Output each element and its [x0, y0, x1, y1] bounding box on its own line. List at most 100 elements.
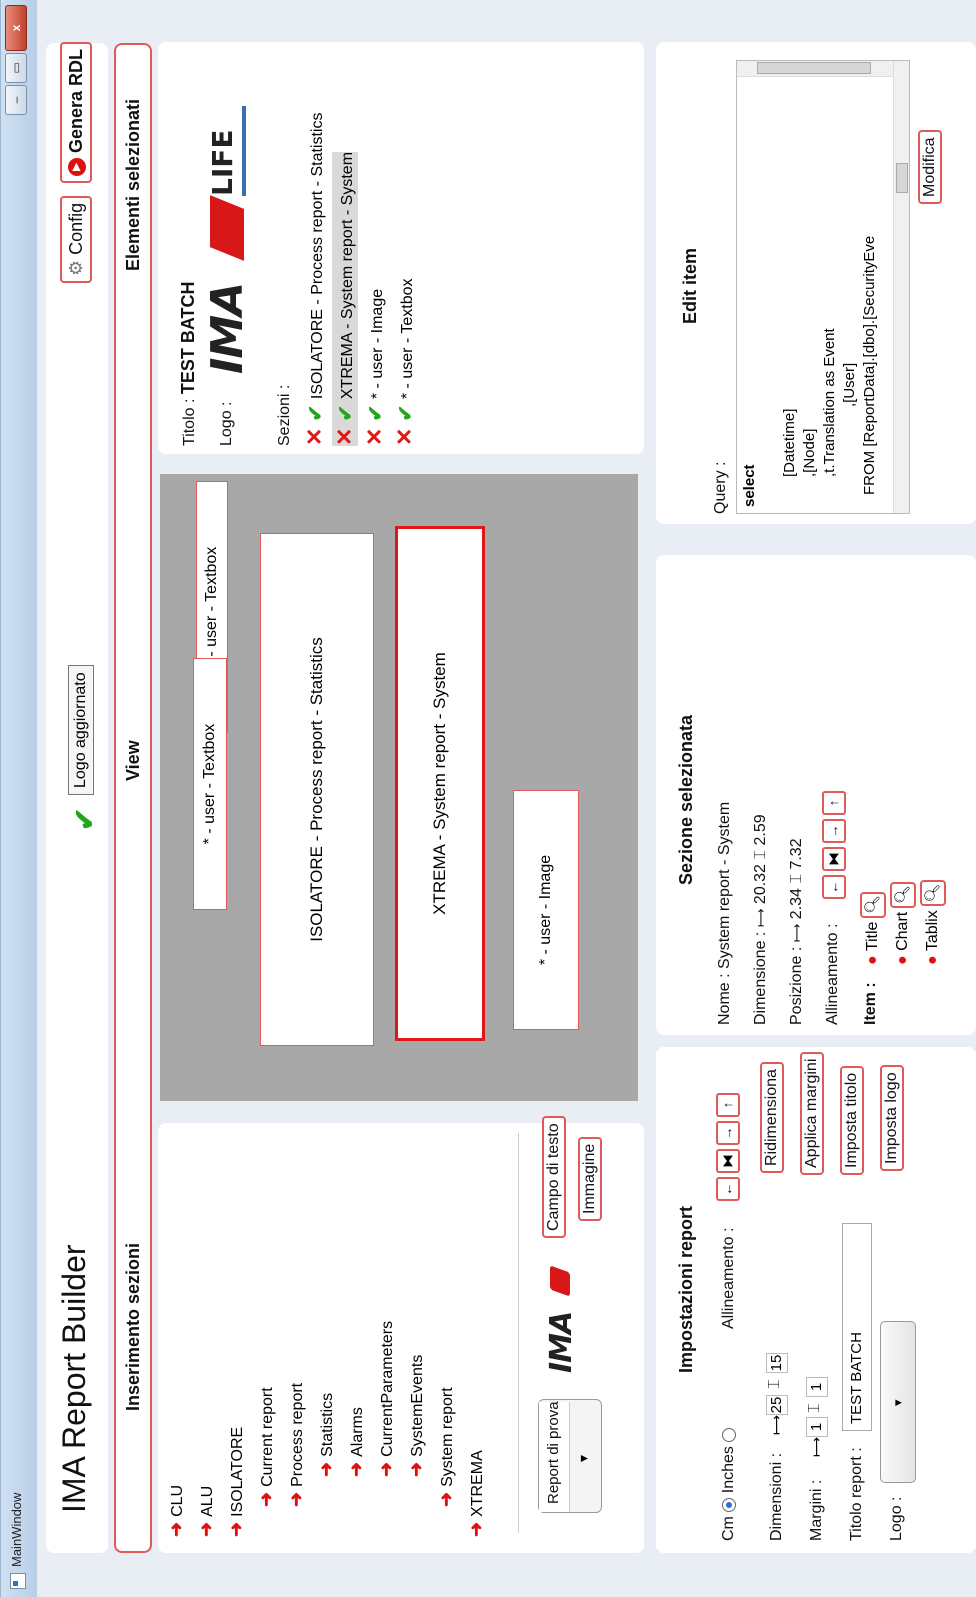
test-report-combo[interactable]: Report di prova ▾ — [538, 1399, 602, 1513]
inspect-item-button[interactable]: 🔍︎ — [860, 891, 886, 918]
inspect-item-button[interactable]: 🔍︎ — [890, 881, 916, 908]
remove-icon[interactable]: ✕ — [392, 421, 417, 446]
config-button[interactable]: ⚙ Config — [60, 195, 92, 283]
tree-item[interactable]: ➜ Statistics — [316, 1393, 337, 1477]
tree-item[interactable]: ➜ XTREMA — [466, 1450, 487, 1537]
tree-item[interactable]: ➜ Alarms — [346, 1407, 367, 1477]
sections-label: Sezioni : — [276, 384, 293, 446]
check-icon[interactable]: ✔ — [395, 399, 417, 422]
align-center-button[interactable]: ⧓ — [716, 1149, 740, 1173]
vertical-scrollbar-thumb[interactable] — [757, 62, 871, 74]
query-line: ,[Node] — [801, 428, 818, 477]
selected-section-label: * - user - Textbox — [399, 278, 416, 400]
alignment-label: Allineamento : — [720, 1227, 737, 1329]
section-name-value: System report - System — [716, 801, 733, 969]
section-align-center-button[interactable]: ⧓ — [822, 847, 846, 871]
selected-section-item[interactable]: ✕ ✔ XTREMA - System report - System — [332, 151, 358, 446]
arrow-right-icon: ➜ — [346, 1456, 366, 1477]
selected-section-item[interactable]: ✕ ✔ * - user - Textbox — [392, 278, 418, 446]
modify-button[interactable]: Modifica — [918, 130, 942, 204]
check-icon[interactable]: ✔ — [365, 399, 387, 422]
canvas-textbox-box[interactable]: * - user - Textbox — [193, 658, 227, 910]
section-alignment-label: Allineamento : — [824, 923, 841, 1025]
cm-label: Cm — [720, 1516, 737, 1541]
query-label: Query : — [712, 461, 729, 514]
cm-radio[interactable] — [721, 1497, 736, 1512]
tab-view[interactable]: View — [123, 740, 144, 781]
section-align-right-button[interactable]: → — [822, 819, 846, 843]
tab-selected-elements[interactable]: Elementi selezionati — [123, 99, 144, 271]
arrow-right-icon: ➜ — [376, 1456, 396, 1477]
title-value: TEST BATCH — [178, 281, 198, 395]
tree-item[interactable]: ➜ CLU — [166, 1485, 187, 1537]
image-button[interactable]: Immagine — [578, 1136, 602, 1221]
query-line: FROM [ReportData].[dbo].[SecurityEve — [861, 235, 878, 495]
section-align-top-button[interactable]: ↑ — [822, 791, 846, 815]
set-title-button[interactable]: Imposta titolo — [840, 1065, 864, 1175]
section-item: ● Tablix 🔍︎ — [920, 880, 946, 965]
life-logo-underline — [242, 106, 246, 196]
tree-item-label: Process report — [289, 1382, 306, 1487]
logo-select[interactable]: ▾ — [880, 1321, 916, 1483]
section-item: ● Chart 🔍︎ — [890, 881, 916, 965]
title-report-label: Titolo report : — [848, 1447, 865, 1541]
dimension-width-input[interactable]: 25 — [766, 1395, 788, 1415]
chevron-down-icon: ▾ — [575, 1454, 591, 1462]
selected-section-item[interactable]: ✕ ✔ ISOLATORE - Process report - Statist… — [302, 113, 328, 446]
vertical-scrollbar[interactable] — [737, 60, 893, 77]
check-icon[interactable]: ✔ — [335, 399, 357, 422]
inches-radio[interactable] — [721, 1427, 736, 1442]
title-report-input[interactable]: TEST BATCH — [842, 1223, 872, 1431]
canvas-xtrema-item[interactable]: XTREMA - System report - System — [395, 526, 485, 1041]
check-icon[interactable]: ✔ — [305, 399, 327, 422]
tree-item[interactable]: ➜ ALU — [196, 1486, 217, 1537]
close-button[interactable]: x — [5, 5, 27, 51]
section-name-row: Nome : System report - System — [716, 802, 734, 1025]
horizontal-scrollbar[interactable] — [893, 61, 910, 513]
canvas-isolatore-item[interactable]: ISOLATORE - Process report - Statistics — [260, 533, 374, 1046]
align-top-button[interactable]: ↑ — [716, 1093, 740, 1117]
margin-height-input[interactable]: 1 — [806, 1377, 828, 1397]
maximize-button[interactable]: ▭ — [5, 53, 27, 83]
remove-icon[interactable]: ✕ — [332, 421, 357, 446]
tree-item[interactable]: ➜ CurrentParameters — [376, 1321, 397, 1477]
test-report-combo-field[interactable]: Report di prova — [539, 1401, 570, 1512]
query-textarea[interactable]: select [Datetime] ,[Node] ,t.Translation as… — [736, 60, 910, 514]
selected-section-label: XTREMA - System report - System — [339, 151, 356, 400]
section-align-left-button[interactable]: ← — [822, 875, 846, 899]
align-right-button[interactable]: → — [716, 1121, 740, 1145]
section-height-icon: ⌶ — [752, 849, 769, 860]
resize-button[interactable]: Ridimensiona — [760, 1062, 784, 1173]
align-left-button[interactable]: ← — [716, 1177, 740, 1201]
scrollbar-thumb[interactable] — [896, 163, 908, 193]
canvas-image-item[interactable]: * - user - Image — [513, 790, 579, 1030]
remove-icon[interactable]: ✕ — [302, 421, 327, 446]
tab-insert-sections[interactable]: Inserimento sezioni — [123, 1243, 144, 1411]
query-line — [761, 87, 781, 507]
tree-item[interactable]: ➜ System report — [436, 1387, 457, 1507]
tree-item[interactable]: ➜ Process report — [286, 1383, 307, 1507]
tree-item[interactable]: ➜ ISOLATORE — [226, 1427, 247, 1537]
remove-icon[interactable]: ✕ — [362, 421, 387, 446]
unit-row: Cm Inches — [720, 1427, 738, 1541]
report-settings-header: Impostazioni report — [676, 1205, 696, 1373]
generate-rdl-button[interactable]: ▶ Genera RDL — [60, 41, 92, 183]
minimize-button[interactable]: – — [5, 85, 27, 115]
inspect-item-button[interactable]: 🔍︎ — [920, 880, 946, 907]
margin-width-icon: ⟼ — [808, 1436, 824, 1457]
tree-item[interactable]: ➜ Current report — [256, 1387, 277, 1507]
dimension-height-input[interactable]: 15 — [766, 1353, 788, 1373]
query-text: select [Datetime] ,[Node] ,t.Translation as… — [741, 87, 881, 507]
section-width-icon: ⟼ — [753, 908, 768, 928]
section-dimension-row: Dimensione : ⟼ 20.32 ⌶ 2.59 — [752, 814, 770, 1025]
apply-margins-button[interactable]: Applica margini — [800, 1051, 824, 1175]
margin-width-input[interactable]: 1 — [806, 1417, 828, 1437]
height-icon: ⌶ — [766, 1379, 783, 1389]
tree-item[interactable]: ➜ SystemEvents — [406, 1355, 427, 1477]
section-dim-width: 20.32 — [752, 864, 769, 905]
selected-section-item[interactable]: ✕ ✔ * - user - Image — [362, 289, 388, 446]
selected-section-label: * - user - Image — [369, 288, 386, 400]
title-report-value: TEST BATCH — [848, 1332, 865, 1424]
set-logo-button[interactable]: Imposta logo — [880, 1065, 904, 1171]
text-field-button[interactable]: Campo di testo — [542, 1116, 566, 1238]
